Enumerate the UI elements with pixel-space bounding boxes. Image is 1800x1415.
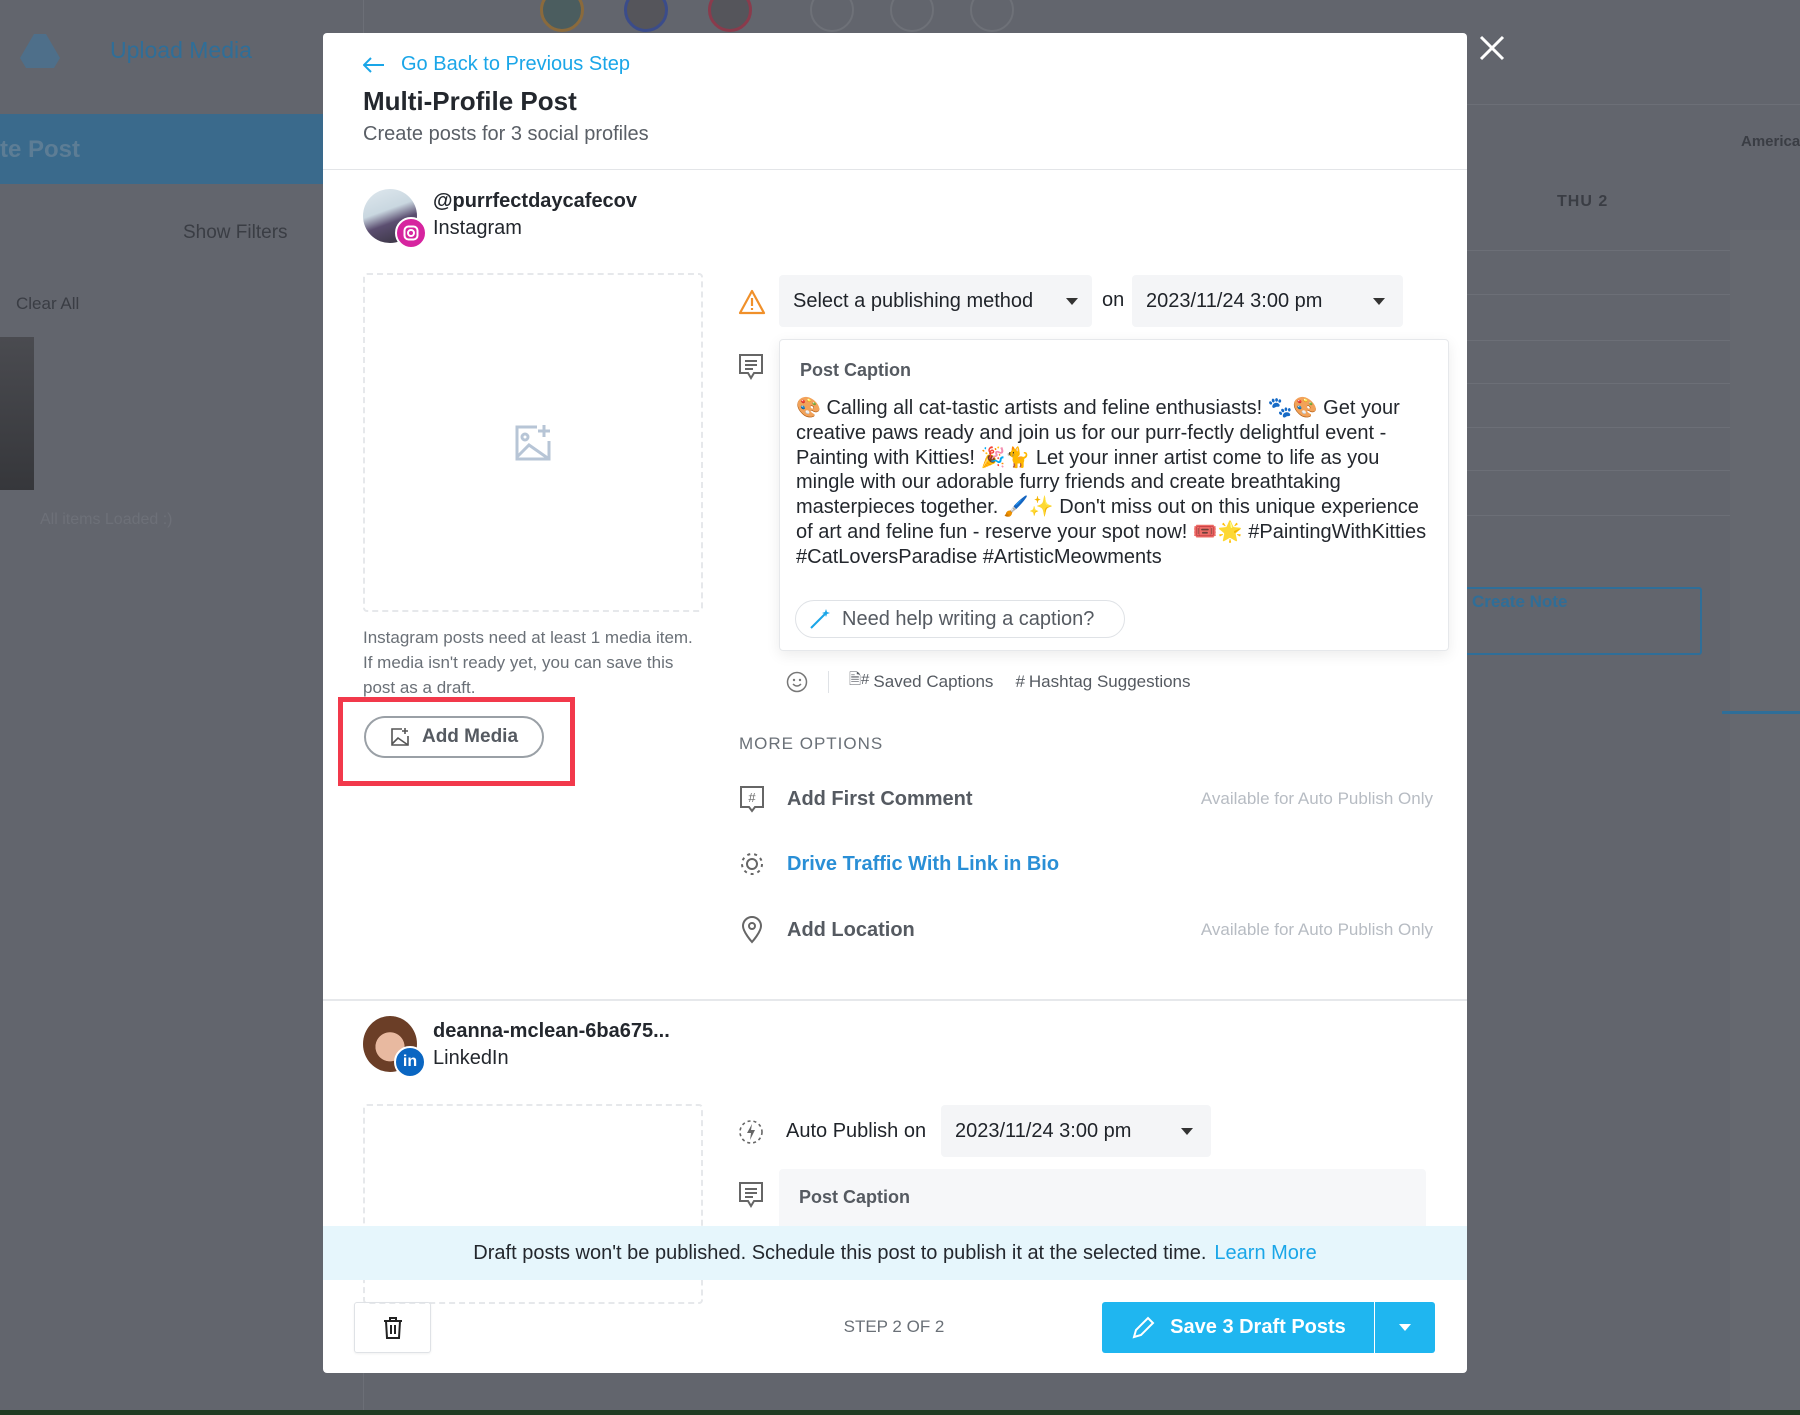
back-link-label: Go Back to Previous Step xyxy=(401,53,631,75)
hashtag-suggestions-label: Hashtag Suggestions xyxy=(1028,671,1191,691)
caption-help-label: Need help writing a caption? xyxy=(842,607,1095,630)
saved-captions-label: Saved Captions xyxy=(873,671,994,691)
create-post-bar: te Post xyxy=(0,114,323,184)
auto-publish-label: Auto Publish on xyxy=(786,1120,927,1142)
chevron-down-icon xyxy=(1399,1324,1411,1331)
pencil-icon xyxy=(1132,1316,1155,1338)
media-requirement-note: Instagram posts need at least 1 media it… xyxy=(363,628,693,697)
drive-logo-icon xyxy=(20,34,60,68)
add-media-label: Add Media xyxy=(421,726,519,747)
instagram-badge-icon xyxy=(395,217,427,249)
datetime-value: 2023/11/24 3:00 pm xyxy=(1146,289,1323,312)
chevron-down-icon xyxy=(1373,297,1385,305)
on-label: on xyxy=(1102,289,1125,311)
svg-text:#: # xyxy=(748,790,756,805)
profile-handle: deanna-mclean-6ba675... xyxy=(433,1020,670,1042)
save-options-dropdown[interactable] xyxy=(1375,1302,1435,1353)
header-divider xyxy=(323,169,1467,170)
profile-handle: @purrfectdaycafecov xyxy=(433,190,638,212)
caption-icon xyxy=(739,1182,763,1208)
datetime-select[interactable]: 2023/11/24 3:00 pm xyxy=(1132,275,1403,327)
saved-captions-button[interactable]: 🗎# Saved Captions xyxy=(849,669,993,694)
warning-icon xyxy=(738,289,766,315)
trash-icon xyxy=(383,1316,402,1339)
datetime-value: 2023/11/24 3:00 pm xyxy=(955,1119,1132,1142)
option-link-in-bio[interactable]: Drive Traffic With Link in Bio xyxy=(739,844,1433,884)
day-header: THU 2 xyxy=(1557,193,1609,210)
caption-icon xyxy=(739,354,763,380)
back-link[interactable]: Go Back to Previous Step xyxy=(363,53,630,76)
draft-info-banner: Draft posts won't be published. Schedule… xyxy=(323,1226,1467,1280)
option-label: Drive Traffic With Link in Bio xyxy=(787,852,1060,875)
banner-text: Draft posts won't be published. Schedule… xyxy=(473,1241,1207,1264)
top-avatars xyxy=(540,0,1100,33)
link-in-bio-icon xyxy=(741,853,763,875)
arrow-left-icon xyxy=(363,56,384,73)
multi-profile-post-modal: Go Back to Previous Step Multi-Profile P… xyxy=(323,33,1467,1373)
upload-media-link: Upload Media xyxy=(110,37,252,63)
option-label: Add Location xyxy=(787,918,915,941)
option-add-first-comment[interactable]: # Add First Comment Available for Auto P… xyxy=(739,779,1433,819)
comment-hashtag-icon: # xyxy=(740,786,764,813)
chevron-down-icon xyxy=(1181,1127,1193,1135)
all-items-loaded: All items Loaded :) xyxy=(40,511,173,528)
emoji-icon[interactable] xyxy=(786,671,808,693)
profile-divider xyxy=(323,999,1467,1001)
toolbar-divider xyxy=(828,670,829,693)
caption-help-button[interactable]: Need help writing a caption? xyxy=(795,600,1125,638)
create-post-label: te Post xyxy=(0,136,81,163)
caption-label: Post Caption xyxy=(799,1187,910,1207)
hashtag-icon: # xyxy=(1015,671,1025,691)
option-note: Available for Auto Publish Only xyxy=(1200,920,1433,939)
clear-all: Clear All xyxy=(16,294,80,313)
show-filters: Show Filters xyxy=(183,222,288,243)
option-label: Add First Comment xyxy=(787,787,973,810)
caption-text[interactable]: 🎨 Calling all cat-tastic artists and fel… xyxy=(796,396,1440,570)
linkedin-badge-icon: in xyxy=(394,1046,426,1078)
profile-network: Instagram xyxy=(433,217,522,239)
add-image-icon xyxy=(515,424,551,460)
caption-box[interactable]: Post Caption 🎨 Calling all cat-tastic ar… xyxy=(779,339,1449,651)
more-options-heading: MORE OPTIONS xyxy=(739,734,884,753)
hashtag-suggestions-button[interactable]: # Hashtag Suggestions xyxy=(1015,672,1190,692)
bottom-strip xyxy=(0,1410,1800,1415)
step-indicator: STEP 2 OF 2 xyxy=(843,1317,945,1336)
profile-network: LinkedIn xyxy=(433,1047,509,1069)
page-subtitle: Create posts for 3 social profiles xyxy=(363,123,649,145)
publishing-method-value: Select a publishing method xyxy=(793,289,1034,312)
add-media-button[interactable]: Add Media xyxy=(364,716,544,758)
caption-label: Post Caption xyxy=(800,360,911,380)
page-title: Multi-Profile Post xyxy=(363,86,577,116)
datetime-select[interactable]: 2023/11/24 3:00 pm xyxy=(941,1105,1211,1157)
right-column xyxy=(1730,230,1800,1410)
chevron-down-icon xyxy=(1066,297,1078,305)
save-drafts-label: Save 3 Draft Posts xyxy=(1170,1316,1346,1338)
add-image-icon xyxy=(391,728,409,746)
publishing-method-select[interactable]: Select a publishing method xyxy=(779,275,1092,327)
save-drafts-button[interactable]: Save 3 Draft Posts xyxy=(1102,1302,1374,1353)
media-dropzone[interactable] xyxy=(363,273,703,612)
create-note-label: Create Note xyxy=(1472,592,1568,611)
option-note: Available for Auto Publish Only xyxy=(1200,789,1433,808)
delete-button[interactable] xyxy=(354,1302,431,1353)
caption-toolbar: 🗎# Saved Captions # Hashtag Suggestions xyxy=(786,669,1191,694)
timezone-label: America xyxy=(1741,133,1800,150)
close-icon[interactable] xyxy=(1479,35,1505,61)
tab-underline xyxy=(1722,711,1800,714)
media-thumbnail xyxy=(0,337,34,490)
create-note-box: Create Note xyxy=(1464,587,1702,655)
auto-publish-icon xyxy=(739,1120,763,1144)
learn-more-link[interactable]: Learn More xyxy=(1214,1242,1316,1265)
option-add-location[interactable]: Add Location Available for Auto Publish … xyxy=(739,910,1433,950)
saved-captions-icon: 🗎# xyxy=(849,671,870,688)
magic-wand-icon xyxy=(810,609,830,629)
location-pin-icon xyxy=(741,916,763,944)
